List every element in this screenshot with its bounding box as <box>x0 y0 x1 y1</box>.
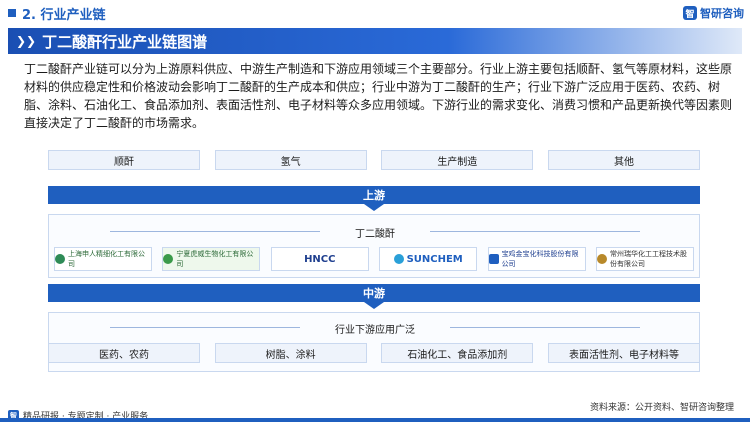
company-logo: HNCC <box>270 247 369 271</box>
divider-left <box>110 327 300 328</box>
company-logo: 宁夏虎威生物化工有限公司 <box>162 247 261 271</box>
downstream-item: 表面活性剂、电子材料等 <box>547 343 700 363</box>
section-heading: 2. 行业产业链 <box>22 7 106 23</box>
divider-left <box>110 231 320 232</box>
company-name: HNCC <box>304 253 336 265</box>
page-title: 丁二酸酐行业产业链图谱 <box>42 32 208 51</box>
company-name: 上海申人精细化工有限公司 <box>68 250 145 268</box>
downstream-row: 医药、农药 树脂、涂料 石油化工、食品添加剂 表面活性剂、电子材料等 <box>48 343 700 363</box>
top-bar: 2. 行业产业链 <box>0 0 750 26</box>
company-logo: 宝鸡金宝化科技股份有限公司 <box>487 247 586 271</box>
seal-icon <box>55 254 65 264</box>
downstream-item: 石油化工、食品添加剂 <box>381 343 534 363</box>
section-marker-icon <box>8 9 16 17</box>
seal-icon <box>596 254 607 264</box>
brand-logo[interactable]: 智 智研咨询 <box>683 5 744 21</box>
midstream-band: 中游 <box>48 284 700 309</box>
company-name: 常州瑞华化工工程技术股份有限公司 <box>609 250 687 268</box>
company-name: SUNCHEM <box>406 253 463 265</box>
midstream-label: 丁二酸酐 <box>355 229 395 240</box>
downstream-item: 树脂、涂料 <box>214 343 367 363</box>
company-name: 宁夏虎威生物化工有限公司 <box>176 250 254 268</box>
downstream-label: 行业下游应用广泛 <box>335 325 415 336</box>
upstream-item: 生产制造 <box>381 150 534 170</box>
double-chevron-icon: ❯❯ <box>16 34 37 48</box>
brand-name: 智研咨询 <box>700 7 744 20</box>
upstream-item: 氢气 <box>214 150 367 170</box>
company-name: 宝鸡金宝化科技股份有限公司 <box>501 250 579 268</box>
brand-mark-icon: 智 <box>683 6 697 20</box>
downstream-frame: 行业下游应用广泛 <box>48 312 700 372</box>
company-logo: 常州瑞华化工工程技术股份有限公司 <box>595 247 694 271</box>
source-note: 资料来源：公开资料、智研咨询整理 <box>589 403 734 413</box>
upstream-item: 顺酐 <box>48 150 200 170</box>
wave-icon <box>393 254 404 264</box>
company-logos: 上海申人精细化工有限公司 宁夏虎威生物化工有限公司 HNCC SUNCHEM 宝… <box>54 247 694 271</box>
divider-right <box>450 327 640 328</box>
shield-icon <box>488 254 499 264</box>
upstream-band: 上游 <box>48 186 700 211</box>
company-logo: 上海申人精细化工有限公司 <box>54 247 152 271</box>
upstream-row: 顺酐 氢气 生产制造 其他 <box>48 150 700 170</box>
title-bar: ❯❯ 丁二酸酐行业产业链图谱 <box>8 28 742 54</box>
seal-icon <box>163 254 174 264</box>
footer-strip <box>0 418 750 422</box>
upstream-item: 其他 <box>547 150 700 170</box>
divider-right <box>430 231 640 232</box>
downstream-item: 医药、农药 <box>48 343 200 363</box>
company-logo: SUNCHEM <box>379 247 478 271</box>
intro-paragraph: 丁二酸酐产业链可以分为上游原料供应、中游生产制造和下游应用领域三个主要部分。行业… <box>24 62 733 130</box>
